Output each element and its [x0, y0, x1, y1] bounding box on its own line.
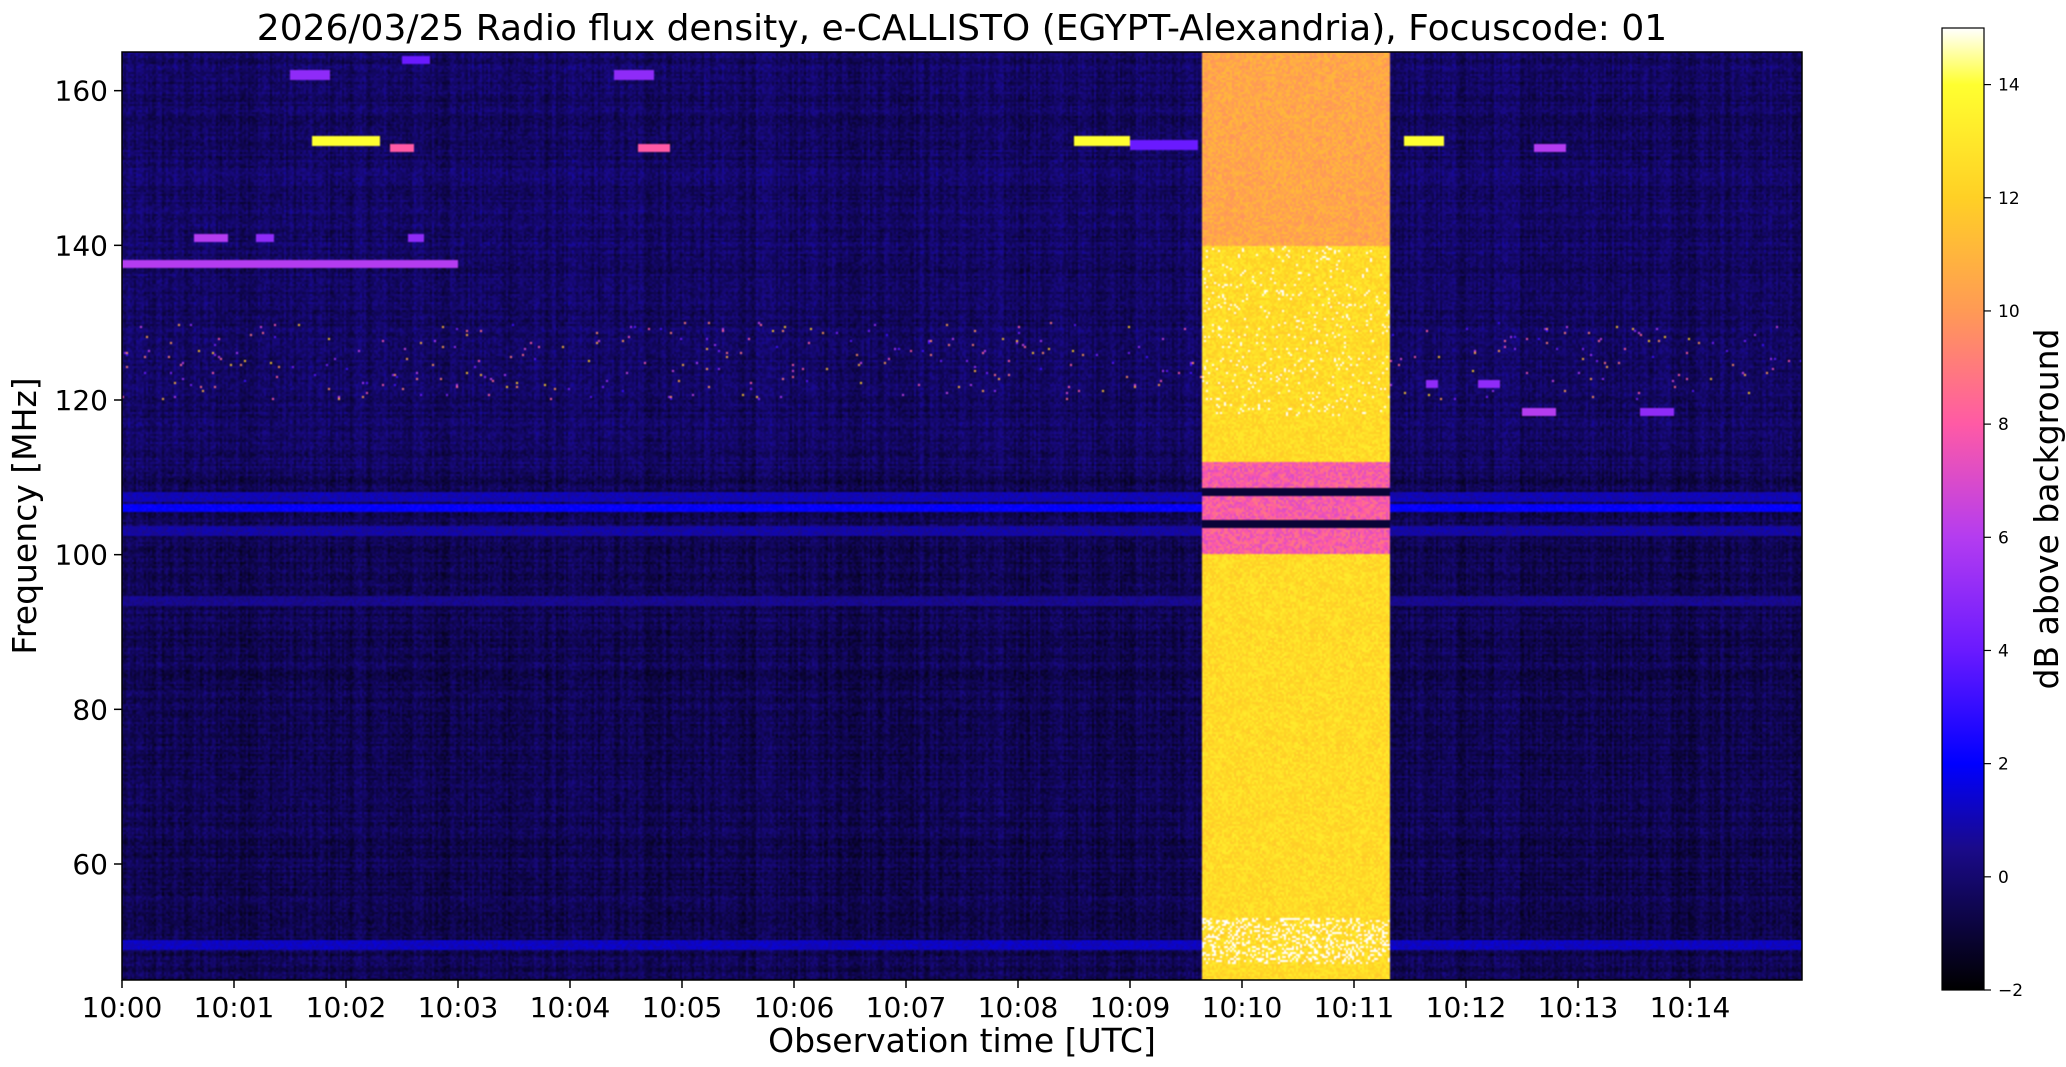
y-tick-label: 100	[55, 539, 108, 572]
x-tick-label: 10:04	[530, 991, 611, 1024]
colorbar-ticks: −2 0 2 4 6 8 10 12 14	[1984, 76, 2023, 1001]
spectrogram-figure: 2026/03/25 Radio flux density, e-CALLIST…	[5, 8, 2066, 1060]
colorbar-tick-label: 0	[1998, 868, 2009, 888]
plot-area	[121, 51, 1803, 981]
x-tick-label: 10:05	[642, 991, 723, 1024]
x-tick-label: 10:11	[1314, 991, 1395, 1024]
colorbar-tick-label: 14	[1998, 76, 2020, 96]
y-tick-label: 80	[72, 693, 108, 726]
colorbar-tick-label: −2	[1998, 981, 2023, 1001]
x-tick-label: 10:09	[1090, 991, 1171, 1024]
colorbar-gradient	[1941, 27, 1985, 991]
x-tick-label: 10:00	[82, 991, 163, 1024]
x-tick-label: 10:02	[306, 991, 387, 1024]
x-tick-label: 10:14	[1650, 991, 1731, 1024]
x-tick-label: 10:08	[978, 991, 1059, 1024]
y-tick-label: 160	[55, 75, 108, 108]
x-tick-label: 10:03	[418, 991, 499, 1024]
x-tick-label: 10:13	[1538, 991, 1619, 1024]
y-tick-label: 120	[55, 384, 108, 417]
x-tick-label: 10:01	[194, 991, 275, 1024]
x-axis-label: Observation time [UTC]	[768, 1021, 1156, 1060]
x-tick-label: 10:10	[1202, 991, 1283, 1024]
y-axis-label: Frequency [MHz]	[5, 377, 44, 654]
colorbar-tick-label: 4	[1998, 641, 2009, 661]
chart-title: 2026/03/25 Radio flux density, e-CALLIST…	[257, 8, 1667, 49]
colorbar-tick-label: 12	[1998, 189, 2020, 209]
colorbar-tick-label: 6	[1998, 528, 2009, 548]
colorbar-tick-label: 8	[1998, 415, 2009, 435]
spectrogram-image	[122, 52, 1802, 980]
colorbar-tick-label: 2	[1998, 755, 2009, 775]
x-tick-label: 10:06	[754, 991, 835, 1024]
x-tick-label: 10:07	[866, 991, 947, 1024]
x-axis: 10:00 10:01 10:02 10:03 10:04 10:05 10:06 10:07…	[82, 980, 1731, 1024]
y-axis: 60 80 100 120 140 160	[55, 75, 122, 881]
colorbar-label: dB above background	[2027, 329, 2066, 690]
colorbar: −2 0 2 4 6 8 10 12 14 dB above background	[1941, 27, 2066, 1001]
y-tick-label: 140	[55, 229, 108, 262]
y-tick-label: 60	[72, 848, 108, 881]
x-tick-label: 10:12	[1426, 991, 1507, 1024]
colorbar-tick-label: 10	[1998, 302, 2020, 322]
